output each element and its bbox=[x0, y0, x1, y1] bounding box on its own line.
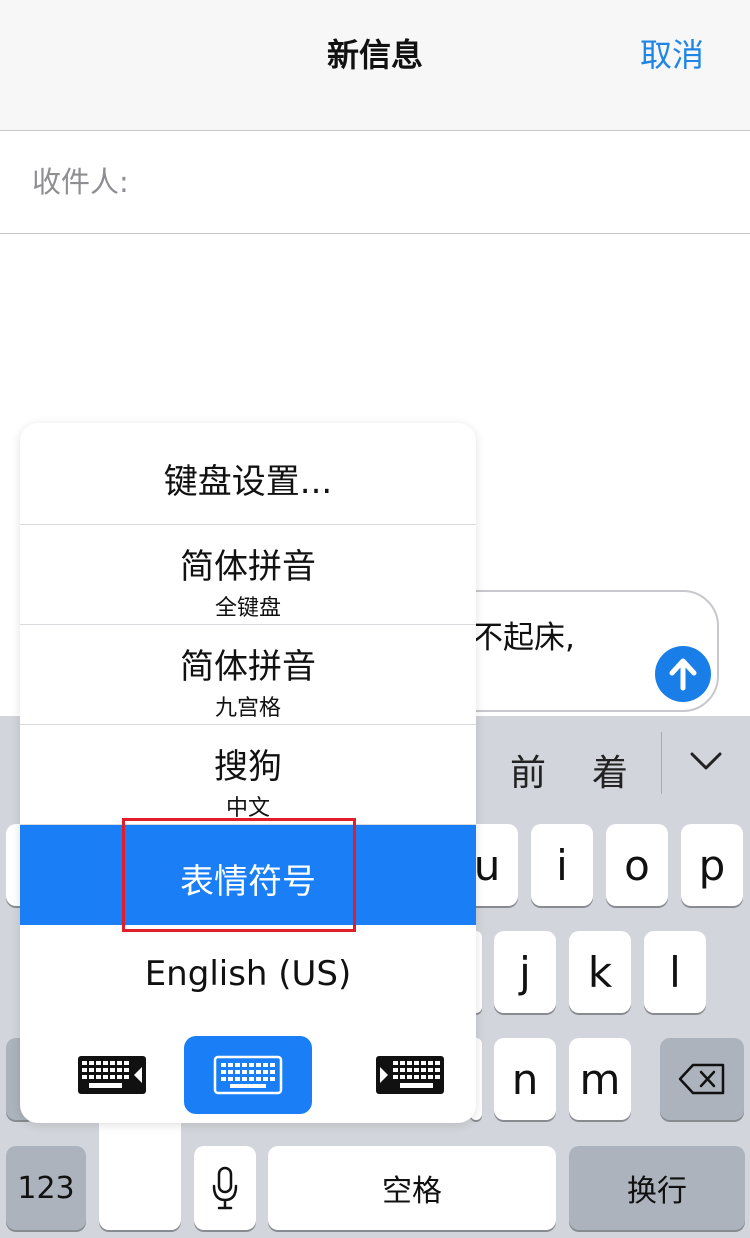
candidate-word[interactable]: 前 bbox=[510, 744, 546, 796]
menu-item-label: 简体拼音 bbox=[180, 647, 316, 687]
return-key[interactable]: 换行 bbox=[569, 1146, 745, 1230]
key-j[interactable]: j bbox=[494, 931, 556, 1013]
key-n[interactable]: n bbox=[494, 1038, 556, 1120]
menu-item-label: 搜狗 bbox=[214, 747, 282, 787]
expand-candidates-button[interactable] bbox=[686, 746, 726, 776]
send-button[interactable] bbox=[655, 646, 711, 702]
chevron-down-icon bbox=[690, 752, 722, 770]
menu-item-pinyin-9key[interactable]: 简体拼音 九宫格 bbox=[20, 625, 476, 725]
keyboard-right-icon bbox=[376, 1056, 444, 1094]
microphone-key[interactable] bbox=[194, 1146, 256, 1230]
recipient-label: 收件人: bbox=[32, 165, 129, 199]
menu-item-sogou[interactable]: 搜狗 中文 bbox=[20, 725, 476, 825]
delete-key[interactable] bbox=[660, 1038, 744, 1120]
candidate-word[interactable]: 着 bbox=[592, 744, 628, 796]
microphone-icon bbox=[212, 1166, 238, 1210]
numbers-key[interactable]: 123 bbox=[6, 1146, 86, 1230]
menu-item-label: 简体拼音 bbox=[180, 547, 316, 587]
key-p[interactable]: p bbox=[681, 824, 743, 906]
cancel-button[interactable]: 取消 bbox=[640, 30, 704, 76]
recipient-row: 收件人: bbox=[0, 131, 750, 234]
key-i[interactable]: i bbox=[531, 824, 593, 906]
key-o[interactable]: o bbox=[606, 824, 668, 906]
keyboard-settings-item[interactable]: 键盘设置... bbox=[20, 425, 476, 525]
keyboard-left-option[interactable] bbox=[48, 1036, 176, 1114]
candidate-divider bbox=[661, 732, 662, 794]
space-key[interactable]: 空格 bbox=[268, 1146, 556, 1230]
key-m[interactable]: m bbox=[569, 1038, 631, 1120]
keyboard-left-icon bbox=[78, 1056, 146, 1094]
arrow-up-icon bbox=[669, 658, 697, 691]
menu-item-label: English (US) bbox=[144, 954, 352, 994]
recipient-input[interactable] bbox=[150, 151, 724, 213]
menu-item-label: 键盘设置... bbox=[163, 462, 333, 502]
menu-item-english[interactable]: English (US) bbox=[20, 925, 476, 1025]
menu-item-pinyin-full[interactable]: 简体拼音 全键盘 bbox=[20, 525, 476, 625]
annotation-highlight-box bbox=[122, 818, 356, 932]
menu-item-sublabel: 全键盘 bbox=[214, 596, 281, 621]
key-k[interactable]: k bbox=[569, 931, 631, 1013]
keyboard-right-option[interactable] bbox=[346, 1036, 474, 1114]
backspace-icon bbox=[678, 1063, 725, 1095]
keyboard-full-option[interactable] bbox=[184, 1036, 312, 1114]
message-text: 不起床, bbox=[472, 620, 575, 656]
menu-item-sublabel: 九宫格 bbox=[214, 696, 281, 721]
keyboard-full-icon bbox=[213, 1055, 283, 1095]
globe-key[interactable] bbox=[99, 1110, 181, 1230]
key-l[interactable]: l bbox=[644, 931, 706, 1013]
page-title: 新信息 bbox=[326, 36, 423, 74]
